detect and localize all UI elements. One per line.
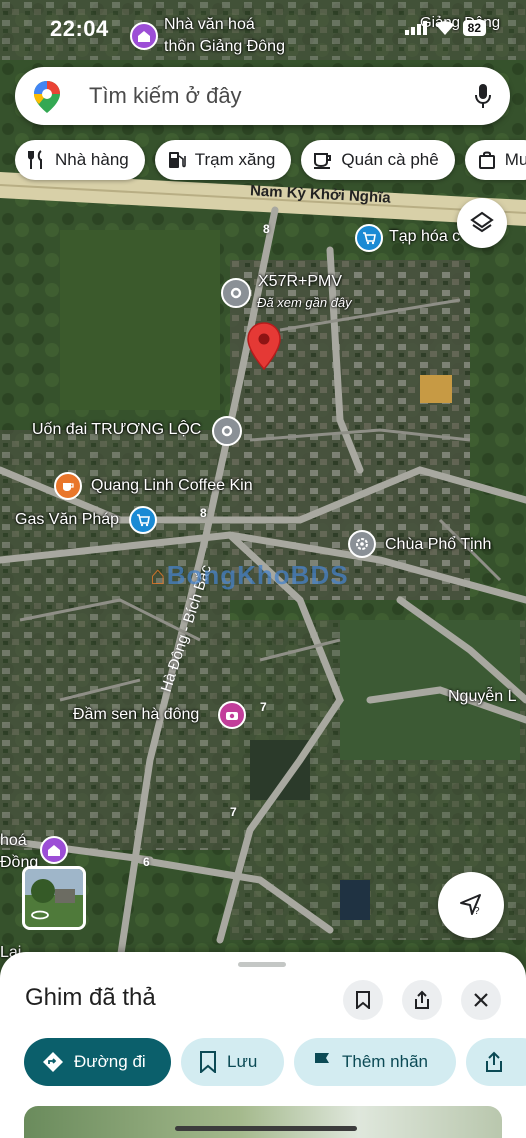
svg-text:?: ? (474, 906, 480, 917)
street-view-icon (31, 907, 49, 925)
navigation-question-icon: ? (460, 894, 481, 917)
coffee-icon[interactable] (54, 472, 82, 500)
place-label[interactable]: Đầm sen hà đông (73, 706, 199, 724)
place-label[interactable]: Gas Văn Pháp (15, 511, 119, 529)
road-label-right: Nguyễn L (448, 688, 517, 705)
share-button[interactable] (402, 980, 442, 1020)
recent-pin-icon[interactable] (221, 278, 251, 308)
save-bookmark-button[interactable] (343, 980, 383, 1020)
camera-icon[interactable] (218, 701, 246, 729)
house-icon: ⌂ (150, 560, 167, 590)
shopping-cart-icon[interactable] (355, 224, 383, 252)
place-label[interactable]: Quang Linh Coffee Kin (91, 477, 253, 495)
share-icon (486, 1051, 502, 1072)
road-number: 8 (200, 506, 207, 520)
signal-icon (404, 21, 427, 35)
bottom-sheet[interactable]: Ghim đã thả Đường đi Lưu Thêm nhãn (0, 952, 526, 1138)
watermark: ⌂BongKhoBDS (150, 560, 349, 590)
sheet-drag-handle[interactable] (238, 962, 286, 967)
bookmark-icon (356, 991, 370, 1009)
add-label-button[interactable]: Thêm nhãn (294, 1038, 456, 1086)
place-label[interactable]: Tạp hóa c (389, 228, 460, 246)
status-icons: 82 (404, 20, 486, 36)
shopping-cart-icon[interactable] (129, 506, 157, 534)
restaurant-icon (28, 150, 42, 169)
share-action-button[interactable] (466, 1038, 526, 1086)
battery-level: 82 (462, 20, 486, 36)
road-number: 8 (263, 222, 270, 236)
directions-icon (43, 1052, 63, 1072)
place-label[interactable]: Chùa Phổ Tịnh (385, 536, 491, 554)
chip-shopping[interactable]: Mu (464, 140, 526, 180)
road-number: 6 (143, 855, 150, 869)
flag-icon (315, 1053, 329, 1072)
save-button[interactable]: Lưu (181, 1038, 284, 1086)
layers-button[interactable] (457, 198, 507, 248)
share-icon (415, 990, 429, 1009)
sheet-title: Ghim đã thả (25, 984, 156, 1011)
community-hall-icon[interactable] (40, 836, 68, 864)
road-number: 7 (230, 805, 237, 819)
street-view-thumbnail[interactable] (22, 866, 86, 930)
dropped-pin-icon[interactable] (247, 322, 281, 375)
coffee-icon (314, 153, 332, 169)
chip-gas-stations[interactable]: Trạm xăng (154, 140, 292, 180)
close-button[interactable] (461, 980, 501, 1020)
road-number: 7 (260, 700, 267, 714)
gas-station-icon (168, 152, 186, 168)
place-photo[interactable] (24, 1106, 502, 1138)
layers-icon (470, 211, 494, 233)
place-label[interactable]: Uốn đai TRƯƠNG LỘC (32, 421, 201, 439)
search-bar[interactable]: Tìm kiếm ở đây (15, 67, 510, 125)
place-sublabel: Đã xem gần đây (257, 295, 352, 310)
status-time: 22:04 (50, 16, 109, 41)
maps-logo-icon (33, 80, 61, 119)
place-pin-icon[interactable] (212, 416, 242, 446)
bookmark-icon (200, 1051, 216, 1073)
close-icon (474, 993, 488, 1007)
category-chips: Nhà hàng Trạm xăng Quán cà phê Mu (15, 140, 526, 182)
search-input[interactable]: Tìm kiếm ở đây (89, 83, 242, 109)
scroll-indicator (175, 1126, 357, 1131)
shopping-bag-icon (478, 151, 495, 169)
microphone-icon[interactable] (474, 83, 492, 114)
chip-coffee[interactable]: Quán cà phê (301, 140, 455, 180)
directions-button[interactable]: Đường đi (24, 1038, 171, 1086)
temple-icon[interactable] (348, 530, 376, 558)
wifi-icon (435, 20, 454, 35)
navigation-button[interactable]: ? (438, 872, 504, 938)
status-bar: 22:04 82 (0, 0, 526, 60)
chip-restaurants[interactable]: Nhà hàng (15, 140, 145, 180)
place-label[interactable]: X57R+PMV (258, 273, 342, 291)
